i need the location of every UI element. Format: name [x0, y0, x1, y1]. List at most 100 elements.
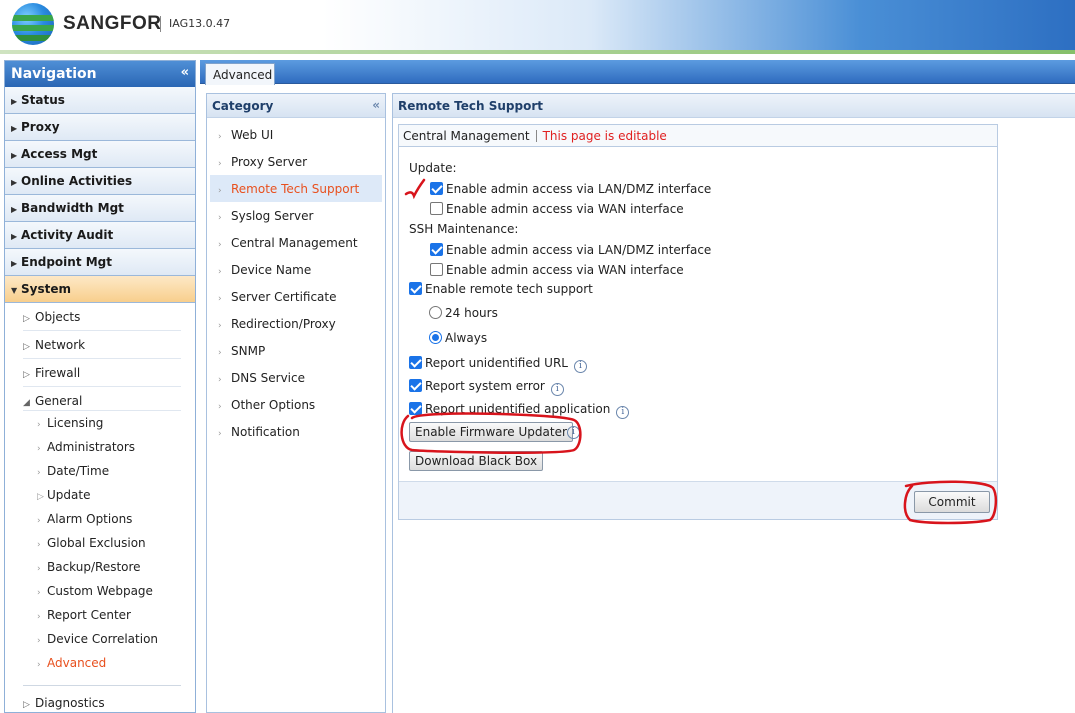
update-lan-checkbox[interactable] — [430, 182, 443, 195]
report-url-option[interactable]: Report unidentified URL i — [409, 356, 587, 373]
category-item-remote-tech-support[interactable]: › Remote Tech Support — [210, 175, 382, 202]
nav-sub-label: Objects — [35, 310, 81, 324]
download-black-box-button[interactable]: Download Black Box — [409, 451, 544, 471]
duration-always-radio[interactable] — [429, 331, 442, 344]
nav-group-label: Bandwidth Mgt — [21, 201, 124, 215]
collapse-arrow-icon: ▼ — [11, 286, 18, 295]
commit-button[interactable]: Commit — [914, 491, 990, 513]
category-item-label: Notification — [231, 425, 300, 439]
nav-group-endpoint-mgt[interactable]: ▶ Endpoint Mgt — [5, 249, 195, 276]
nav-leaf-global-exclusion[interactable]: › Global Exclusion — [5, 531, 195, 555]
nav-leaf-label: Alarm Options — [47, 512, 133, 526]
category-item-syslog-server[interactable]: › Syslog Server — [210, 202, 382, 229]
chevron-right-icon: › — [37, 564, 41, 574]
report-error-checkbox[interactable] — [409, 379, 422, 392]
category-item-central-management[interactable]: › Central Management — [210, 229, 382, 256]
nav-sub-diagnostics[interactable]: ▷ Diagnostics — [5, 689, 195, 712]
nav-sub-general[interactable]: ◢ General — [5, 387, 195, 411]
report-app-option[interactable]: Report unidentified application i — [409, 402, 630, 419]
category-item-dns-service[interactable]: › DNS Service — [210, 364, 382, 391]
nav-leaf-backup-restore[interactable]: › Backup/Restore — [5, 555, 195, 579]
category-item-snmp[interactable]: › SNMP — [210, 337, 382, 364]
category-item-label: Syslog Server — [231, 209, 314, 223]
nav-group-status[interactable]: ▶ Status — [5, 87, 195, 114]
nav-group-label: Endpoint Mgt — [21, 255, 113, 269]
expand-arrow-icon: ▶ — [11, 178, 18, 187]
main-panel: Remote Tech Support Central Management Th… — [392, 93, 1075, 713]
nav-group-proxy[interactable]: ▶ Proxy — [5, 114, 195, 141]
nav-leaf-label: Global Exclusion — [47, 536, 146, 550]
nav-leaf-date-time[interactable]: › Date/Time — [5, 459, 195, 483]
info-icon[interactable]: i — [567, 426, 580, 439]
report-error-option[interactable]: Report system error i — [409, 379, 564, 396]
duration-24h-radio[interactable] — [429, 306, 442, 319]
brand-name: SANGFOR — [63, 13, 162, 34]
nav-leaf-device-correlation[interactable]: › Device Correlation — [5, 627, 195, 651]
remote-support-option[interactable]: Enable remote tech support — [409, 282, 593, 296]
chevron-right-icon: › — [218, 402, 222, 412]
nav-group-activity-audit[interactable]: ▶ Activity Audit — [5, 222, 195, 249]
nav-group-system[interactable]: ▼ System — [5, 276, 195, 303]
category-item-web-ui[interactable]: › Web UI — [210, 121, 382, 148]
category-item-proxy-server[interactable]: › Proxy Server — [210, 148, 382, 175]
report-app-checkbox[interactable] — [409, 402, 422, 415]
category-item-notification[interactable]: › Notification — [210, 418, 382, 445]
settings-box-header: Central Management This page is editable — [399, 125, 997, 147]
chevron-right-icon: › — [37, 660, 41, 670]
nav-group-label: Proxy — [21, 120, 60, 134]
category-item-device-name[interactable]: › Device Name — [210, 256, 382, 283]
tab-strip: Advanced — [200, 60, 1075, 85]
update-wan-checkbox[interactable] — [430, 202, 443, 215]
category-item-server-certificate[interactable]: › Server Certificate — [210, 283, 382, 310]
info-icon[interactable]: i — [616, 406, 630, 419]
remote-support-checkbox[interactable] — [409, 282, 422, 295]
nav-leaf-advanced[interactable]: › Advanced — [5, 651, 195, 675]
chevron-right-icon: › — [37, 540, 41, 550]
chevron-right-icon: › — [218, 213, 222, 223]
nav-leaf-administrators[interactable]: › Administrators — [5, 435, 195, 459]
ssh-wan-checkbox[interactable] — [430, 263, 443, 276]
info-icon[interactable]: i — [550, 383, 564, 396]
ssh-wan-option[interactable]: Enable admin access via WAN interface — [430, 263, 684, 277]
enable-firmware-updater-button[interactable]: Enable Firmware Updater — [409, 422, 573, 442]
ssh-lan-option[interactable]: Enable admin access via LAN/DMZ interfac… — [430, 243, 711, 257]
report-url-checkbox[interactable] — [409, 356, 422, 369]
ssh-lan-checkbox[interactable] — [430, 243, 443, 256]
collapse-triangle-icon: ◢ — [23, 398, 30, 408]
expand-triangle-icon: ▷ — [37, 492, 44, 502]
duration-always-label: Always — [445, 331, 488, 345]
collapse-nav-icon[interactable]: « — [181, 65, 189, 80]
nav-leaf-report-center[interactable]: › Report Center — [5, 603, 195, 627]
top-header: SANGFOR IAG13.0.47 — [0, 0, 1075, 52]
category-item-other-options[interactable]: › Other Options — [210, 391, 382, 418]
nav-sub-objects[interactable]: ▷ Objects — [5, 303, 195, 331]
tab-advanced[interactable]: Advanced — [205, 63, 275, 85]
nav-leaf-alarm-options[interactable]: › Alarm Options — [5, 507, 195, 531]
report-url-label: Report unidentified URL — [425, 356, 568, 370]
duration-24h-option[interactable]: 24 hours — [429, 306, 498, 320]
firmware-version: IAG13.0.47 — [169, 17, 231, 30]
expand-arrow-icon: ▶ — [11, 124, 18, 133]
update-lan-option[interactable]: Enable admin access via LAN/DMZ interfac… — [430, 182, 711, 196]
nav-sub-firewall[interactable]: ▷ Firewall — [5, 359, 195, 387]
category-item-redirection-proxy[interactable]: › Redirection/Proxy — [210, 310, 382, 337]
info-icon[interactable]: i — [573, 360, 587, 373]
nav-leaf-custom-webpage[interactable]: › Custom Webpage — [5, 579, 195, 603]
nav-group-access-mgt[interactable]: ▶ Access Mgt — [5, 141, 195, 168]
chevron-right-icon: › — [37, 636, 41, 646]
nav-group-label: Status — [21, 93, 65, 107]
header-separator — [535, 130, 537, 142]
duration-24h-label: 24 hours — [445, 306, 498, 320]
nav-group-online-activities[interactable]: ▶ Online Activities — [5, 168, 195, 195]
collapse-category-icon[interactable]: « — [372, 98, 380, 112]
nav-sub-network[interactable]: ▷ Network — [5, 331, 195, 359]
duration-always-option[interactable]: Always — [429, 331, 487, 345]
chevron-right-icon: › — [37, 420, 41, 430]
nav-leaf-label: Report Center — [47, 608, 131, 622]
nav-leaf-licensing[interactable]: › Licensing — [5, 411, 195, 435]
nav-leaf-update[interactable]: ▷ Update — [5, 483, 195, 507]
navigation-title-text: Navigation — [11, 66, 97, 82]
update-wan-option[interactable]: Enable admin access via WAN interface — [430, 202, 684, 216]
nav-group-bandwidth-mgt[interactable]: ▶ Bandwidth Mgt — [5, 195, 195, 222]
chevron-right-icon: › — [218, 159, 222, 169]
